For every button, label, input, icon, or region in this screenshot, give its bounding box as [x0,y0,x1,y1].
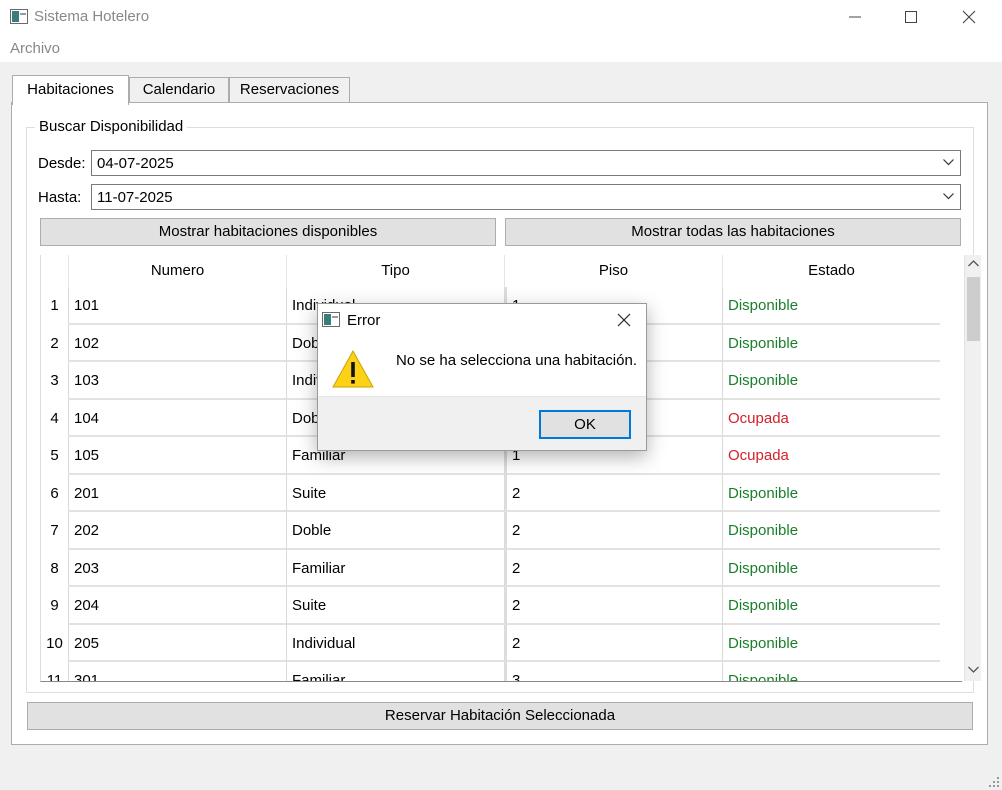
from-date-picker[interactable]: 04-07-2025 [91,150,961,176]
cell-estado[interactable]: Disponible [722,324,940,362]
scroll-up-button[interactable] [965,255,982,273]
cell-piso[interactable]: 2 [504,587,722,625]
cell-numero[interactable]: 203 [68,549,286,587]
minimize-icon [849,16,861,18]
reserve-room-button[interactable]: Reservar Habitación Seleccionada [27,702,973,730]
chevron-down-icon [943,193,954,200]
menu-bar: Archivo [0,34,1002,62]
cell-estado[interactable]: Disponible [722,474,940,512]
row-header[interactable]: 2 [41,325,68,362]
cell-estado[interactable]: Disponible [722,512,940,550]
show-available-button[interactable]: Mostrar habitaciones disponibles [40,218,496,246]
to-date-value: 11-07-2025 [97,189,173,206]
cell-tipo[interactable]: Familiar [286,549,504,587]
resize-grip-icon[interactable] [986,774,1000,788]
cell-tipo[interactable]: Familiar [286,662,504,681]
row-header[interactable]: 7 [41,512,68,549]
cell-numero[interactable]: 201 [68,474,286,512]
cell-piso[interactable]: 3 [504,662,722,681]
cell-estado[interactable]: Disponible [722,662,940,681]
cell-piso[interactable]: 2 [504,549,722,587]
table-scrollbar[interactable] [964,255,981,681]
column-header-piso[interactable]: Piso [504,255,722,287]
cell-numero[interactable]: 103 [68,362,286,400]
table-row[interactable]: 11 301 Familiar 3 Disponible [41,662,962,681]
dialog-close-button[interactable] [602,304,646,335]
cell-tipo[interactable]: Doble [286,512,504,550]
table-row[interactable]: 9 204 Suite 2 Disponible [41,587,962,625]
row-header[interactable]: 10 [41,625,68,662]
column-header-tipo[interactable]: Tipo [286,255,504,287]
chevron-up-icon [968,260,979,267]
scroll-down-button[interactable] [965,661,982,679]
cell-tipo[interactable]: Suite [286,474,504,512]
window-title: Sistema Hotelero [34,8,150,25]
close-button[interactable] [940,0,998,34]
title-bar: Sistema Hotelero [0,0,1002,34]
cell-numero[interactable]: 301 [68,662,286,681]
app-icon [10,9,28,24]
tab-reservaciones[interactable]: Reservaciones [229,77,350,103]
dialog-title: Error [347,312,381,329]
row-header[interactable]: 6 [41,475,68,512]
scrollbar-thumb[interactable] [967,277,980,341]
cell-numero[interactable]: 104 [68,399,286,437]
cell-numero[interactable]: 101 [68,287,286,325]
dialog-title-bar: Error [318,304,646,335]
cell-numero[interactable]: 204 [68,587,286,625]
cell-numero[interactable]: 205 [68,624,286,662]
cell-estado[interactable]: Ocupada [722,399,940,437]
from-date-value: 04-07-2025 [97,155,174,172]
cell-tipo[interactable]: Individual [286,624,504,662]
cell-estado[interactable]: Disponible [722,549,940,587]
cell-numero[interactable]: 105 [68,437,286,475]
cell-tipo[interactable]: Suite [286,587,504,625]
to-label: Hasta: [38,189,82,206]
row-header[interactable]: 5 [41,437,68,474]
cell-numero[interactable]: 202 [68,512,286,550]
warning-icon [332,349,374,388]
cell-estado[interactable]: Ocupada [722,437,940,475]
tab-calendario[interactable]: Calendario [129,77,229,103]
dialog-message: No se ha selecciona una habitación. [396,352,637,369]
row-header[interactable]: 8 [41,550,68,587]
row-header[interactable]: 9 [41,587,68,624]
table-row[interactable]: 6 201 Suite 2 Disponible [41,474,962,512]
row-header[interactable]: 1 [41,287,68,324]
main-window: Sistema Hotelero Archivo Habitaciones Ca… [0,0,1002,790]
to-date-picker[interactable]: 11-07-2025 [91,184,961,210]
maximize-icon [905,11,917,23]
table-row[interactable]: 7 202 Doble 2 Disponible [41,512,962,550]
cell-piso[interactable]: 2 [504,474,722,512]
table-row[interactable]: 8 203 Familiar 2 Disponible [41,549,962,587]
cell-estado[interactable]: Disponible [722,624,940,662]
close-icon [962,10,976,24]
from-label: Desde: [38,155,86,172]
table-row[interactable]: 10 205 Individual 2 Disponible [41,624,962,662]
chevron-down-icon [968,666,979,673]
minimize-button[interactable] [826,0,884,34]
cell-estado[interactable]: Disponible [722,362,940,400]
menu-archivo[interactable]: Archivo [10,40,60,57]
app-icon [322,312,340,327]
chevron-down-icon [943,159,954,166]
close-icon [617,313,631,326]
row-header[interactable]: 4 [41,400,68,437]
show-all-button[interactable]: Mostrar todas las habitaciones [505,218,961,246]
row-header[interactable]: 11 [41,662,68,681]
cell-estado[interactable]: Disponible [722,587,940,625]
column-header-numero[interactable]: Numero [68,255,286,287]
cell-piso[interactable]: 2 [504,624,722,662]
maximize-button[interactable] [882,0,940,34]
dialog-footer: OK [318,396,646,450]
row-header[interactable]: 3 [41,362,68,399]
cell-piso[interactable]: 2 [504,512,722,550]
column-header-estado[interactable]: Estado [722,255,940,287]
search-group-title: Buscar Disponibilidad [35,118,188,135]
cell-numero[interactable]: 102 [68,324,286,362]
error-dialog: Error No se ha selecciona una habitación… [317,303,647,451]
tab-habitaciones[interactable]: Habitaciones [12,75,129,105]
cell-estado[interactable]: Disponible [722,287,940,325]
ok-button[interactable]: OK [539,410,631,439]
